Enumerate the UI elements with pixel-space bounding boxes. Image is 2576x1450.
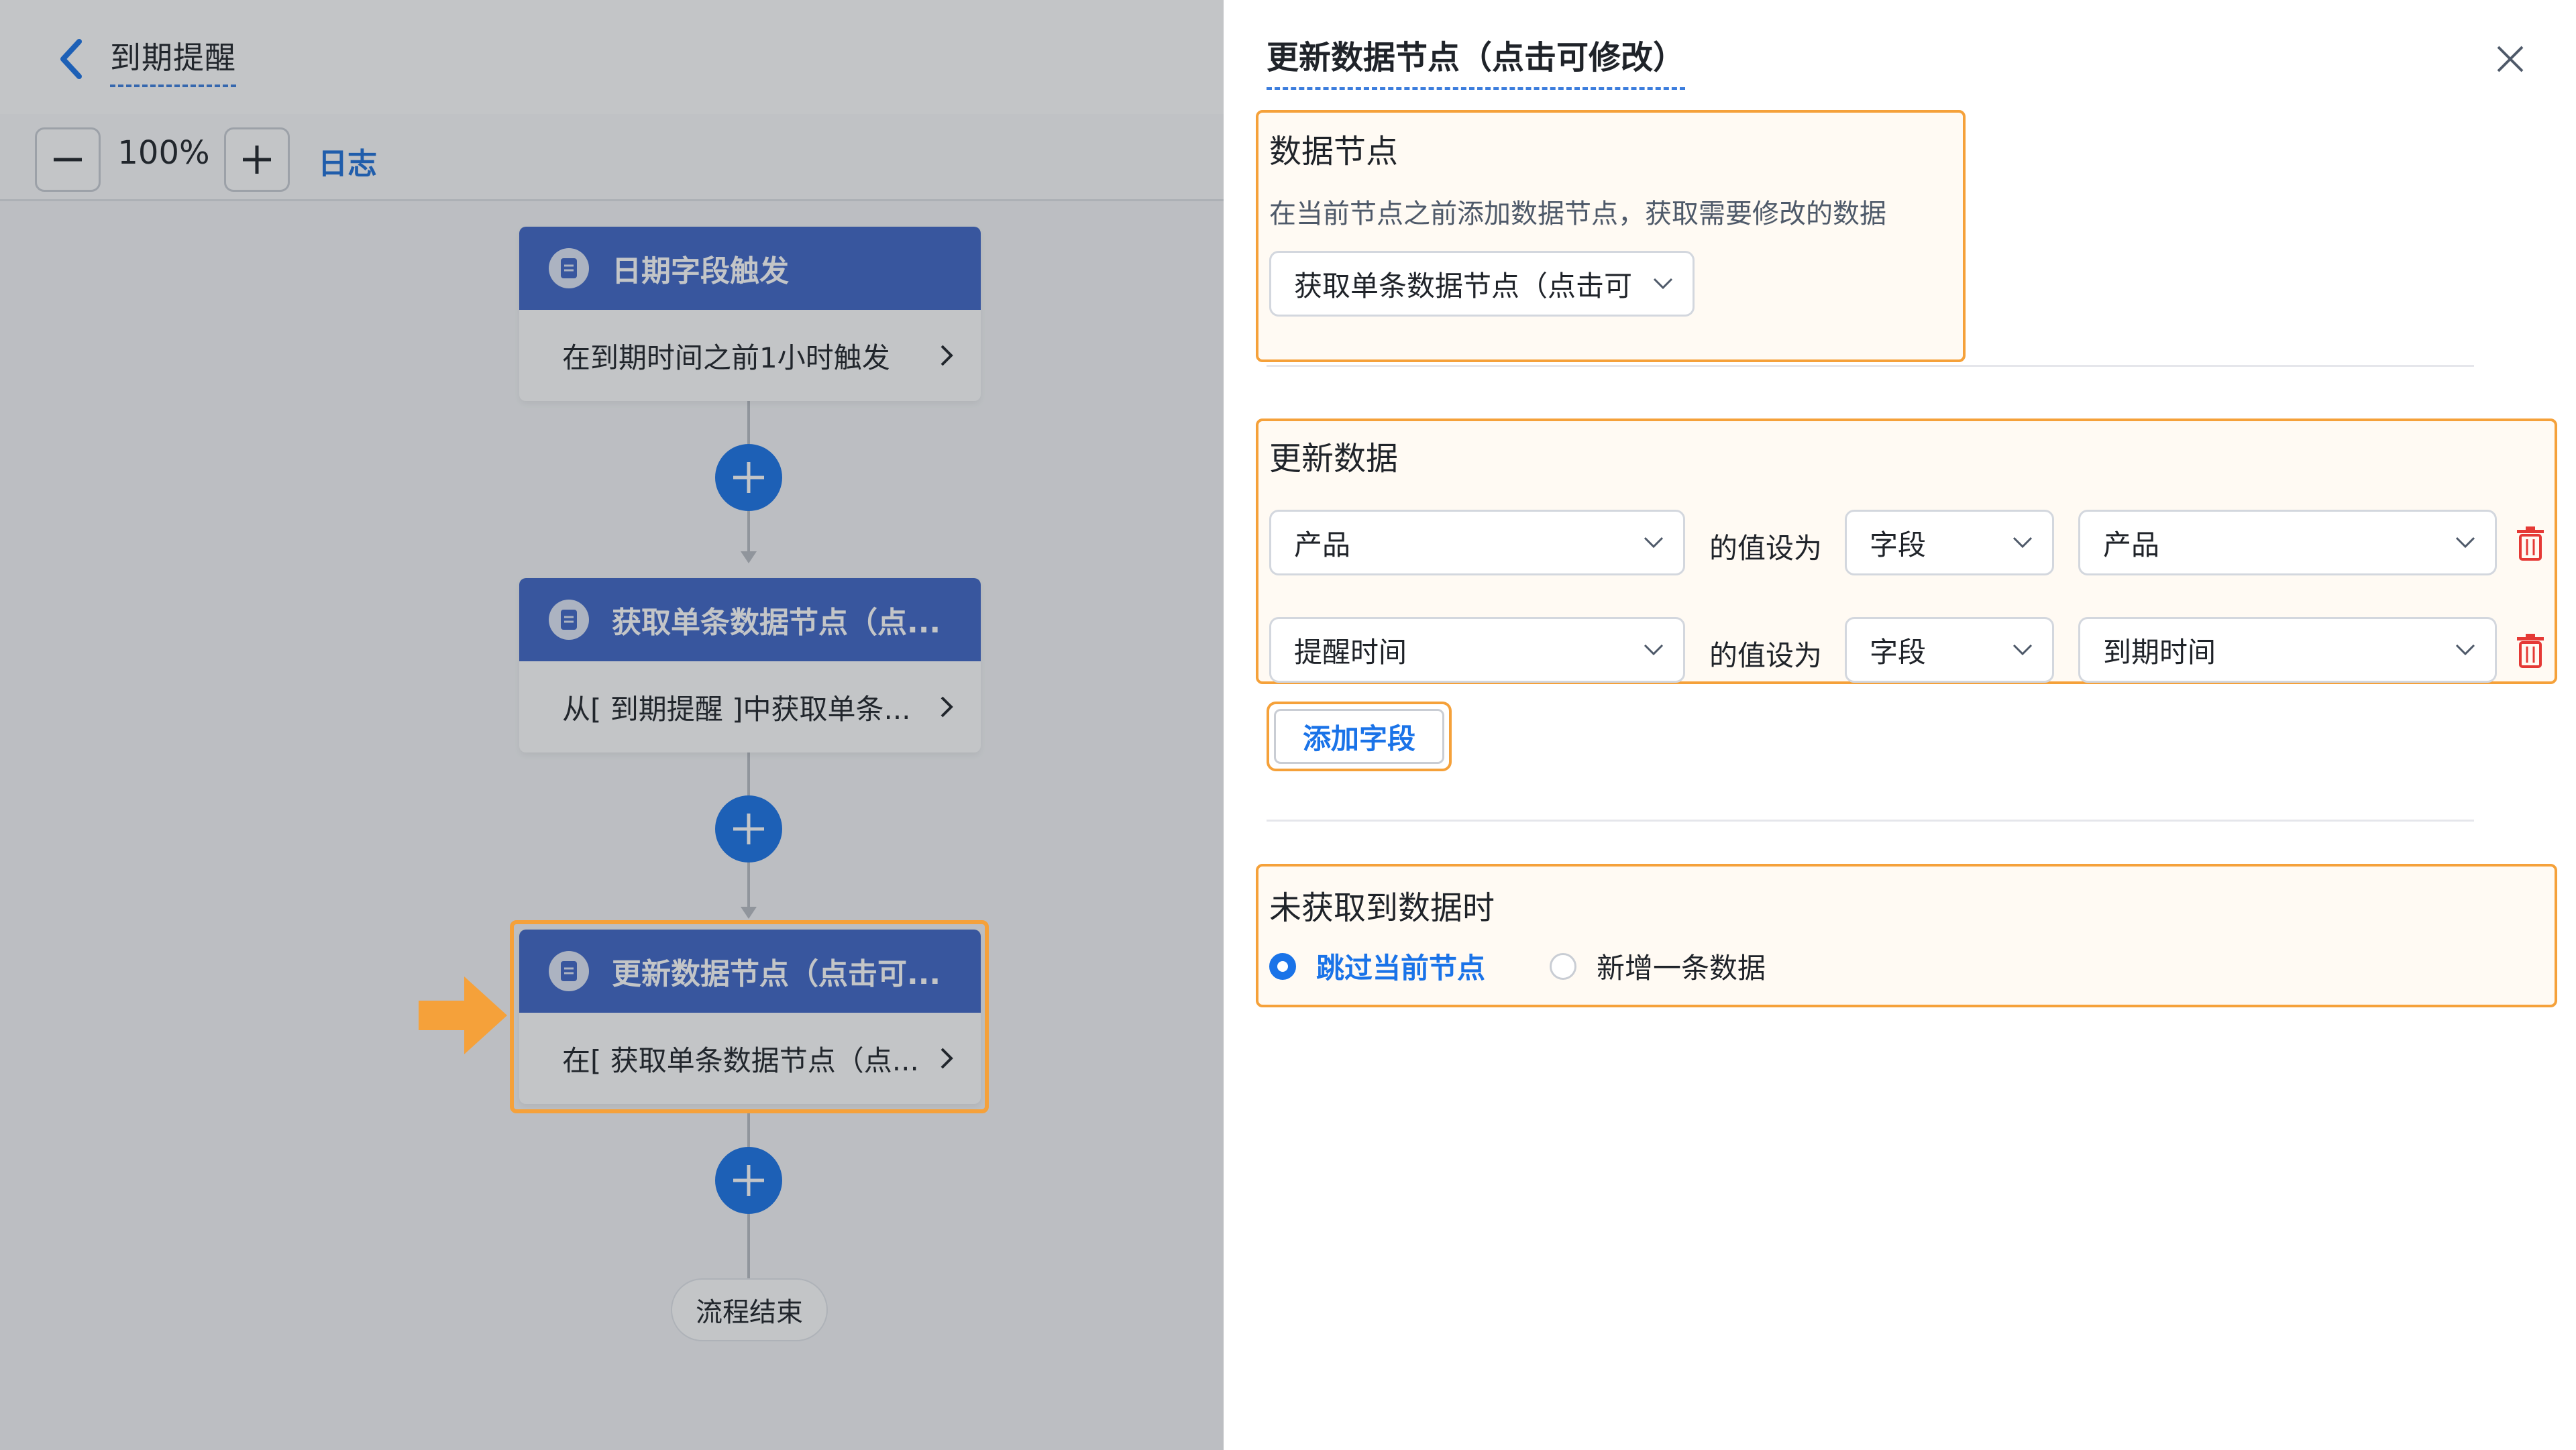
radio-label: 新增一条数据	[1597, 952, 1766, 985]
pointer-arrow-icon	[419, 977, 507, 1054]
radio-skip-node[interactable]: 跳过当前节点	[1269, 946, 1485, 987]
zoom-out-button[interactable]	[35, 127, 101, 192]
set-value-label: 的值设为	[1709, 532, 1823, 565]
add-node-button[interactable]	[715, 1147, 782, 1214]
divider	[1267, 820, 2474, 822]
plus-icon	[243, 146, 271, 174]
connector-arrow	[741, 907, 757, 919]
field-select[interactable]: 提醒时间	[1269, 617, 1685, 683]
plus-icon	[733, 1165, 764, 1196]
page-title[interactable]: 到期提醒	[110, 34, 236, 87]
section-title: 更新数据	[1269, 440, 1399, 478]
trash-icon[interactable]	[2516, 633, 2545, 668]
plus-icon	[733, 814, 764, 844]
trash-icon[interactable]	[2516, 526, 2545, 561]
add-field-button[interactable]: 添加字段	[1267, 702, 1452, 771]
radio-unchecked-icon	[1550, 952, 1576, 980]
zoom-level: 100%	[117, 134, 210, 172]
data-node-section: 数据节点 在当前节点之前添加数据节点，获取需要修改的数据 获取单条数据节点（点击…	[1256, 110, 1966, 362]
chevron-down-icon	[1653, 278, 1673, 290]
flow-canvas: 到期提醒 100% 日志 日期字段触发 在到期时间之前1小时触发 获取单条数据节…	[0, 0, 1224, 1450]
document-icon	[549, 248, 589, 288]
add-field-label: 添加字段	[1274, 709, 1444, 764]
update-data-section: 更新数据 产品 的值设为 字段 产品 提醒时间 的值设为 字段 到期时间	[1256, 419, 2557, 684]
field-select[interactable]: 产品	[1269, 510, 1685, 575]
close-button[interactable]	[2489, 38, 2532, 80]
value-type-select[interactable]: 字段	[1845, 510, 2054, 575]
select-value: 产品	[2103, 528, 2160, 561]
divider	[1267, 365, 2474, 367]
node-title: 日期字段触发	[612, 254, 789, 288]
section-title: 数据节点	[1269, 133, 1399, 170]
data-node-select[interactable]: 获取单条数据节点（点击可	[1269, 251, 1695, 317]
chevron-down-icon	[2455, 537, 2475, 549]
select-value: 到期时间	[2103, 635, 2216, 669]
node-desc: 从[ 到期提醒 ]中获取单条...	[562, 692, 911, 726]
radio-checked-icon	[1269, 952, 1296, 980]
node-title: 获取单条数据节点（点...	[612, 606, 941, 640]
radio-label: 跳过当前节点	[1316, 952, 1486, 985]
add-node-button[interactable]	[715, 795, 782, 862]
section-desc: 在当前节点之前添加数据节点，获取需要修改的数据	[1269, 199, 1886, 229]
selected-node-highlight	[510, 920, 989, 1113]
chevron-down-icon	[2012, 537, 2033, 549]
log-link[interactable]: 日志	[318, 140, 377, 182]
set-value-label: 的值设为	[1709, 639, 1823, 672]
flow-end: 流程结束	[671, 1278, 828, 1341]
select-value: 获取单条数据节点（点击可	[1294, 269, 1633, 302]
flow-node-get-data[interactable]: 获取单条数据节点（点... 从[ 到期提醒 ]中获取单条...	[519, 578, 981, 752]
chevron-down-icon	[2012, 644, 2033, 656]
value-select[interactable]: 到期时间	[2078, 617, 2497, 683]
value-type-select[interactable]: 字段	[1845, 617, 2054, 683]
not-found-section: 未获取到数据时 跳过当前节点 新增一条数据	[1256, 864, 2557, 1007]
select-value: 提醒时间	[1294, 635, 1407, 669]
section-title: 未获取到数据时	[1269, 889, 1495, 927]
value-select[interactable]: 产品	[2078, 510, 2497, 575]
chevron-down-icon	[1644, 644, 1664, 656]
document-icon	[549, 600, 589, 640]
node-body: 从[ 到期提醒 ]中获取单条...	[519, 661, 981, 752]
select-value: 产品	[1294, 528, 1351, 561]
connector-arrow	[741, 551, 757, 563]
node-header: 获取单条数据节点（点...	[519, 578, 981, 661]
settings-panel: 更新数据节点（点击可修改） 数据节点 在当前节点之前添加数据节点，获取需要修改的…	[1224, 0, 2576, 1450]
canvas-header: 到期提醒	[0, 0, 1224, 114]
select-value: 字段	[1870, 635, 1927, 669]
chevron-left-icon	[60, 39, 82, 79]
back-button[interactable]	[52, 35, 90, 83]
zoom-in-button[interactable]	[224, 127, 290, 192]
chevron-right-icon	[941, 696, 953, 718]
flow-node-trigger[interactable]: 日期字段触发 在到期时间之前1小时触发	[519, 227, 981, 401]
chevron-right-icon	[941, 345, 953, 366]
panel-title[interactable]: 更新数据节点（点击可修改）	[1267, 31, 1686, 90]
zoom-toolbar: 100% 日志	[0, 114, 1224, 201]
add-node-button[interactable]	[715, 444, 782, 511]
node-desc: 在到期时间之前1小时触发	[562, 341, 890, 374]
minus-icon	[54, 158, 82, 162]
node-body: 在到期时间之前1小时触发	[519, 310, 981, 401]
close-icon	[2497, 46, 2524, 72]
select-value: 字段	[1870, 528, 1927, 561]
radio-add-record[interactable]: 新增一条数据	[1550, 946, 1766, 987]
chevron-down-icon	[1644, 537, 1664, 549]
node-header: 日期字段触发	[519, 227, 981, 310]
chevron-down-icon	[2455, 644, 2475, 656]
plus-icon	[733, 462, 764, 493]
